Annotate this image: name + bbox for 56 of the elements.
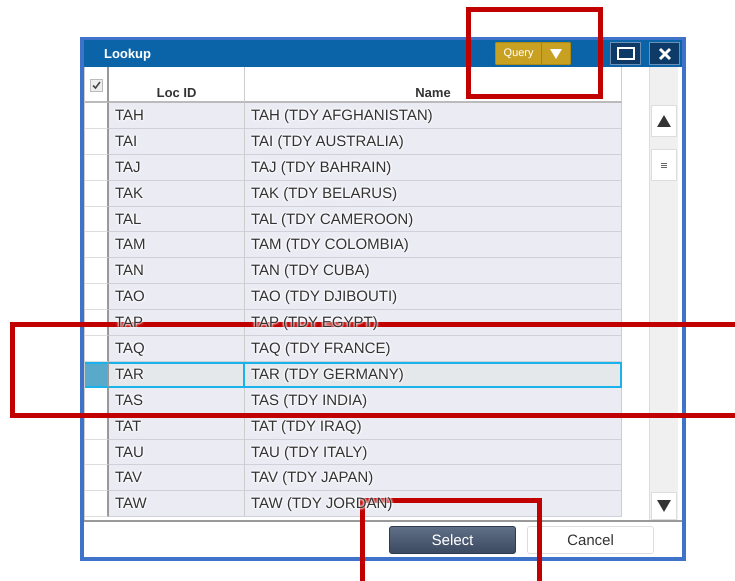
close-button[interactable] [649, 42, 680, 65]
scroll-down-button[interactable] [651, 492, 677, 520]
row-selector[interactable] [85, 180, 109, 207]
caret-icon [550, 48, 562, 58]
table-cell: TAL [109, 206, 245, 232]
table-cell: TAV (TDY JAPAN) [245, 465, 622, 492]
row-selector[interactable] [85, 491, 109, 518]
table-cell: TAN [109, 258, 245, 284]
column-header[interactable]: Name [245, 67, 622, 103]
row-selector[interactable] [85, 154, 109, 181]
close-icon [658, 46, 672, 60]
maximize-button[interactable] [610, 42, 641, 65]
row-selector[interactable] [85, 440, 109, 466]
table-cell: TAV [109, 465, 245, 492]
table-cell: TAM [109, 232, 245, 258]
table-cell: TAN (TDY CUBA) [245, 258, 622, 284]
table-cell: TAR (TDY GERMANY) [245, 362, 622, 388]
row-selector[interactable] [85, 128, 109, 155]
table-cell: TAQ (TDY FRANCE) [245, 336, 622, 362]
table-cell: TAI (TDY AUSTRALIA) [245, 128, 622, 155]
row-selector[interactable] [85, 465, 109, 492]
table-cell: TAI [109, 128, 245, 155]
table-cell: TAO [109, 284, 245, 310]
table-cell: TAK (TDY BELARUS) [245, 180, 622, 207]
table-cell: TAS (TDY INDIA) [245, 388, 622, 414]
table-cell: TAJ [109, 154, 245, 181]
table-cell: TAH [109, 103, 245, 129]
select-button[interactable]: Select [389, 526, 516, 554]
table-cell: TAM (TDY COLOMBIA) [245, 232, 622, 258]
window-title: Lookup [104, 46, 152, 61]
select-all-checkbox[interactable] [90, 79, 102, 92]
scroll-up-button[interactable] [651, 105, 677, 137]
row-selector[interactable] [85, 206, 109, 232]
table-cell: TAL (TDY CAMEROON) [245, 206, 622, 232]
table-cell: TAJ (TDY BAHRAIN) [245, 154, 622, 181]
row-selector[interactable] [85, 232, 109, 258]
table-cell: TAS [109, 388, 245, 414]
table-cell: TAW [109, 491, 245, 518]
row-selector[interactable] [85, 103, 109, 129]
row-selector[interactable] [85, 284, 109, 310]
table-cell: TAO (TDY DJIBOUTI) [245, 284, 622, 310]
column-header[interactable]: Loc ID [109, 67, 245, 103]
maximize-icon [616, 47, 634, 60]
cancel-button[interactable]: Cancel [527, 526, 654, 554]
table-cell: TAU (TDY ITALY) [245, 440, 622, 466]
table-cell: TAR [109, 362, 245, 388]
table-cell: TAU [109, 440, 245, 466]
row-selector[interactable] [85, 258, 109, 284]
scroll-thumb[interactable] [651, 149, 677, 181]
down-arrow-icon [657, 500, 671, 512]
table-cell: TAK [109, 180, 245, 207]
table-cell: TAH (TDY AFGHANISTAN) [245, 103, 622, 129]
up-arrow-icon [657, 115, 671, 127]
grip-icon [661, 162, 667, 168]
row-selector[interactable] [85, 336, 109, 362]
table-cell: TAQ [109, 336, 245, 362]
